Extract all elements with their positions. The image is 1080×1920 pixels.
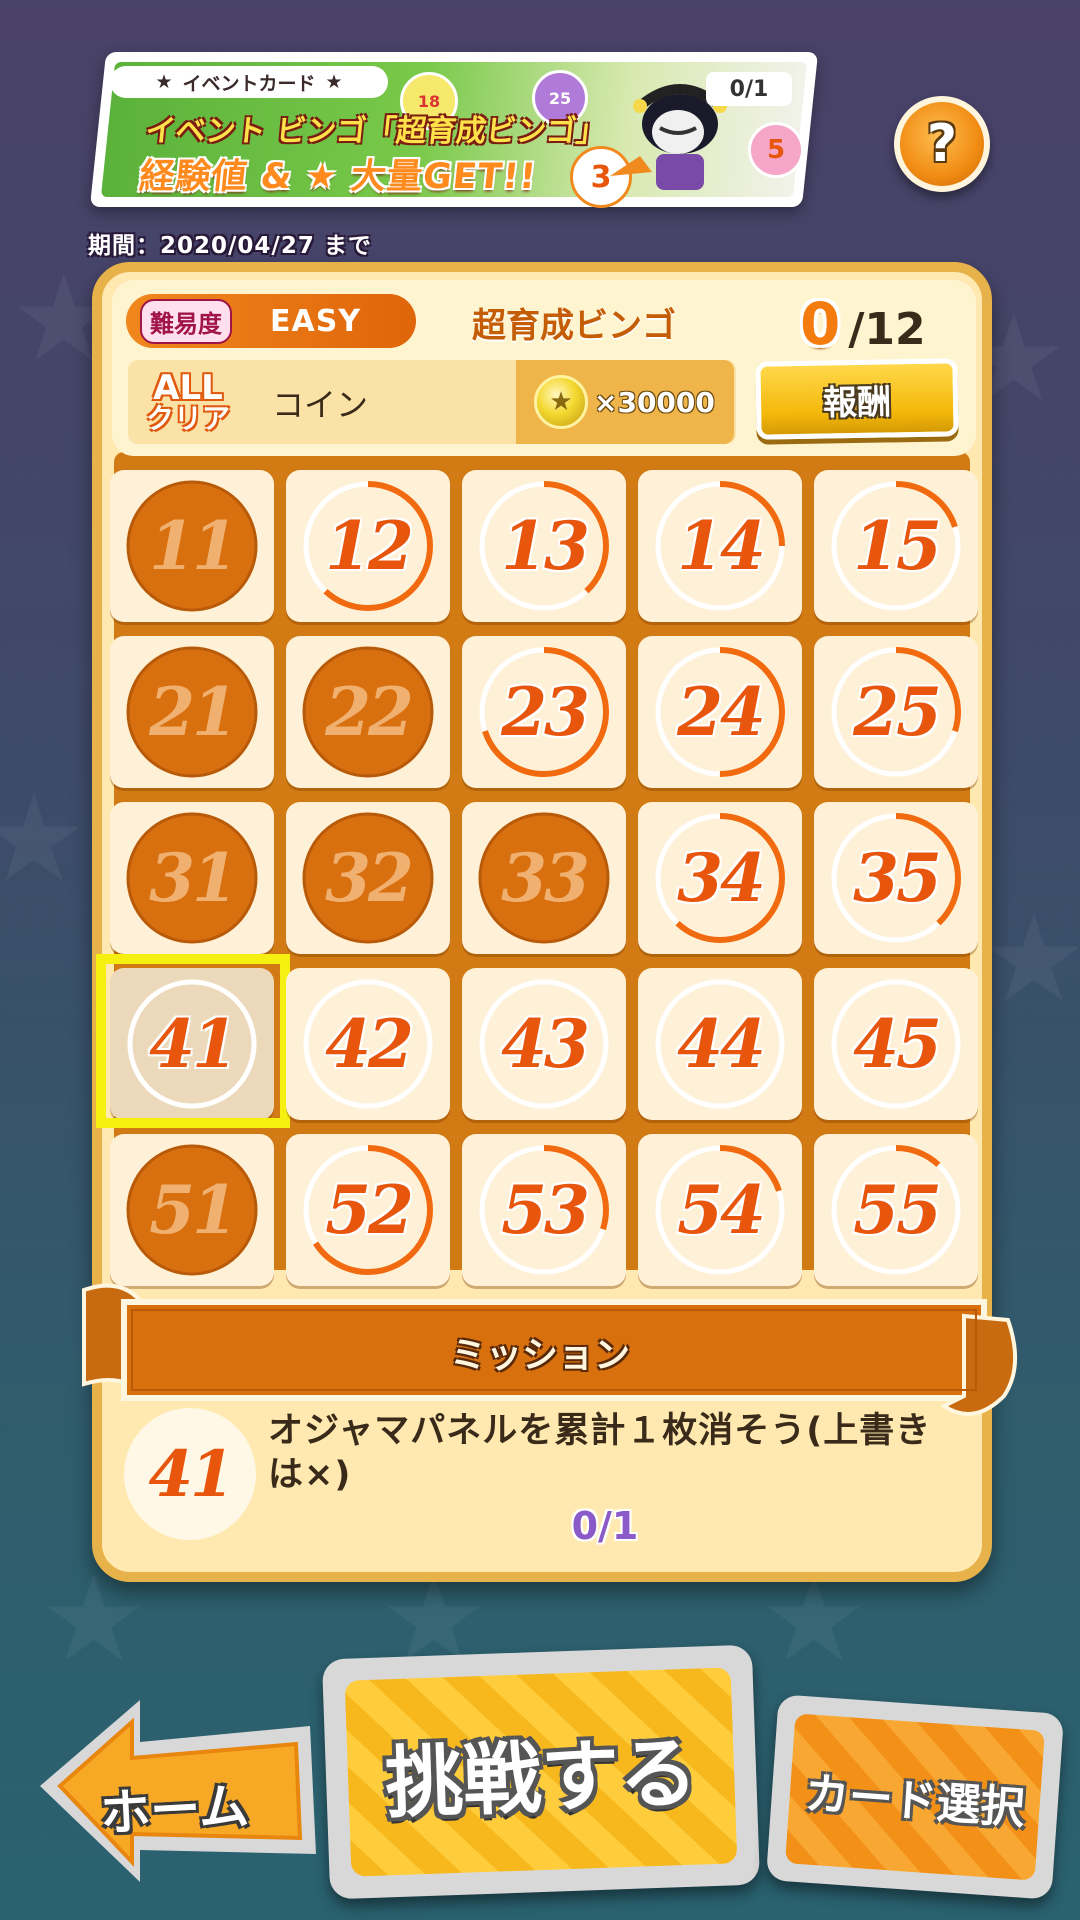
bingo-cell-number: 15 — [853, 507, 942, 585]
mission-progress: 0/1 — [571, 1504, 639, 1548]
challenge-button[interactable]: 挑戦する — [321, 1644, 761, 1900]
star-icon: ★ — [325, 71, 343, 93]
bingo-cell-number: 52 — [325, 1171, 414, 1249]
bingo-cell-14[interactable]: 14 — [638, 470, 802, 622]
difficulty-pill: 難易度 EASY — [126, 294, 416, 348]
bingo-cell-number: 42 — [325, 1005, 414, 1083]
reward-amount-box: ★ ×30000 — [516, 360, 734, 444]
reward-name: コイン — [272, 386, 369, 424]
bingo-cell-number: 14 — [677, 507, 766, 585]
bingo-cell-35[interactable]: 35 — [814, 802, 978, 954]
challenge-button-label: 挑戦する — [383, 1728, 699, 1830]
bingo-cell-number: 35 — [853, 839, 942, 917]
bingo-cell-45[interactable]: 45 — [814, 968, 978, 1120]
allclear-badge: ALL クリア — [138, 364, 238, 440]
bingo-cell-number: 23 — [501, 673, 590, 751]
bingo-ball-icon: 5 — [748, 122, 804, 178]
event-card-tag-label: イベントカード — [182, 72, 316, 95]
bingo-cell-53[interactable]: 53 — [462, 1134, 626, 1286]
bingo-cell-number: 11 — [149, 507, 238, 585]
bingo-cell-22[interactable]: 22 — [286, 636, 450, 788]
bingo-cell-23[interactable]: 23 — [462, 636, 626, 788]
card-select-button-label: カード選択 — [803, 1768, 1027, 1835]
challenge-button-face: 挑戦する — [344, 1667, 738, 1877]
bingo-cell-31[interactable]: 31 — [110, 802, 274, 954]
allclear-badge-line1: ALL — [153, 368, 223, 408]
bingo-cell-43[interactable]: 43 — [462, 968, 626, 1120]
bingo-cell-33[interactable]: 33 — [462, 802, 626, 954]
bingo-cell-15[interactable]: 15 — [814, 470, 978, 622]
bingo-cell-number: 21 — [149, 673, 238, 751]
bingo-cell-number: 32 — [325, 839, 414, 917]
background-star: ★ — [0, 770, 88, 909]
event-card-tag: ★ イベントカード ★ — [110, 66, 388, 98]
bingo-cell-24[interactable]: 24 — [638, 636, 802, 788]
bingo-cell-number: 34 — [677, 839, 766, 917]
bingo-cell-54[interactable]: 54 — [638, 1134, 802, 1286]
bingo-progress-total: /12 — [848, 304, 926, 355]
bingo-cell-number: 13 — [501, 507, 590, 585]
bingo-progress: 0 /12 — [800, 290, 926, 358]
bingo-cell-number: 45 — [853, 1005, 942, 1083]
bingo-cell-number: 53 — [501, 1171, 590, 1249]
difficulty-value: EASY — [270, 303, 362, 339]
bingo-cell-21[interactable]: 21 — [110, 636, 274, 788]
reward-amount: ×30000 — [594, 385, 715, 419]
bingo-cell-number: 41 — [149, 1005, 238, 1083]
reward-button[interactable]: 報酬 — [755, 358, 959, 440]
bingo-cell-42[interactable]: 42 — [286, 968, 450, 1120]
bingo-cell-41[interactable]: 41 — [96, 954, 290, 1128]
event-period: 期間：2020/04/27 まで — [88, 233, 372, 259]
difficulty-label: 難易度 — [140, 298, 232, 344]
bingo-cell-number: 54 — [677, 1171, 766, 1249]
bingo-cell-51[interactable]: 51 — [110, 1134, 274, 1286]
event-banner-subtitle: 経験値 & ★ 大量GET!! — [137, 157, 539, 197]
home-button-label: ホーム — [98, 1777, 251, 1843]
bingo-cell-number: 25 — [853, 673, 942, 751]
bingo-grid: 11 12 13 14 15 21 22 23 24 25 31 32 33 34 35 41 42 43 44 45… — [96, 470, 978, 1286]
bingo-cell-32[interactable]: 32 — [286, 802, 450, 954]
card-select-button[interactable]: カード選択 — [765, 1694, 1065, 1900]
reward-button-label: 報酬 — [822, 381, 892, 424]
bingo-cell-44[interactable]: 44 — [638, 968, 802, 1120]
bingo-cell-number: 44 — [677, 1005, 766, 1083]
bingo-cell-number: 12 — [325, 507, 414, 585]
bingo-cell-number: 51 — [149, 1171, 238, 1249]
event-banner-title: イベント ビンゴ「超育成ビンゴ」 — [143, 114, 608, 149]
mission-title: ミッション — [449, 1335, 630, 1376]
card-select-button-face: カード選択 — [785, 1713, 1045, 1881]
coin-icon: ★ — [534, 375, 588, 429]
bingo-name: 超育成ビンゴ — [472, 306, 676, 346]
mission-number-badge: 41 — [124, 1408, 256, 1540]
bingo-cell-number: 31 — [149, 839, 238, 917]
bingo-cell-34[interactable]: 34 — [638, 802, 802, 954]
bingo-cell-12[interactable]: 12 — [286, 470, 450, 622]
bingo-cell-25[interactable]: 25 — [814, 636, 978, 788]
bingo-progress-current: 0 — [800, 290, 841, 358]
bingo-cell-number: 43 — [501, 1005, 590, 1083]
bingo-cell-52[interactable]: 52 — [286, 1134, 450, 1286]
bingo-cell-number: 33 — [501, 839, 590, 917]
allclear-badge-line2: クリア — [145, 402, 230, 435]
bingo-cell-13[interactable]: 13 — [462, 470, 626, 622]
question-icon: ? — [926, 114, 958, 174]
mission-text: オジャマパネルを累計１枚消そう(上書きは×) — [268, 1411, 932, 1495]
event-banner-count: 0/1 — [706, 72, 792, 106]
bingo-cell-55[interactable]: 55 — [814, 1134, 978, 1286]
bingo-cell-number: 24 — [677, 673, 766, 751]
bingo-cell-number: 22 — [325, 673, 414, 751]
help-button[interactable]: ? — [894, 96, 990, 192]
bingo-cell-number: 55 — [853, 1171, 942, 1249]
bingo-cell-11[interactable]: 11 — [110, 470, 274, 622]
background-star: ★ — [980, 890, 1080, 1029]
star-icon: ★ — [155, 71, 173, 93]
